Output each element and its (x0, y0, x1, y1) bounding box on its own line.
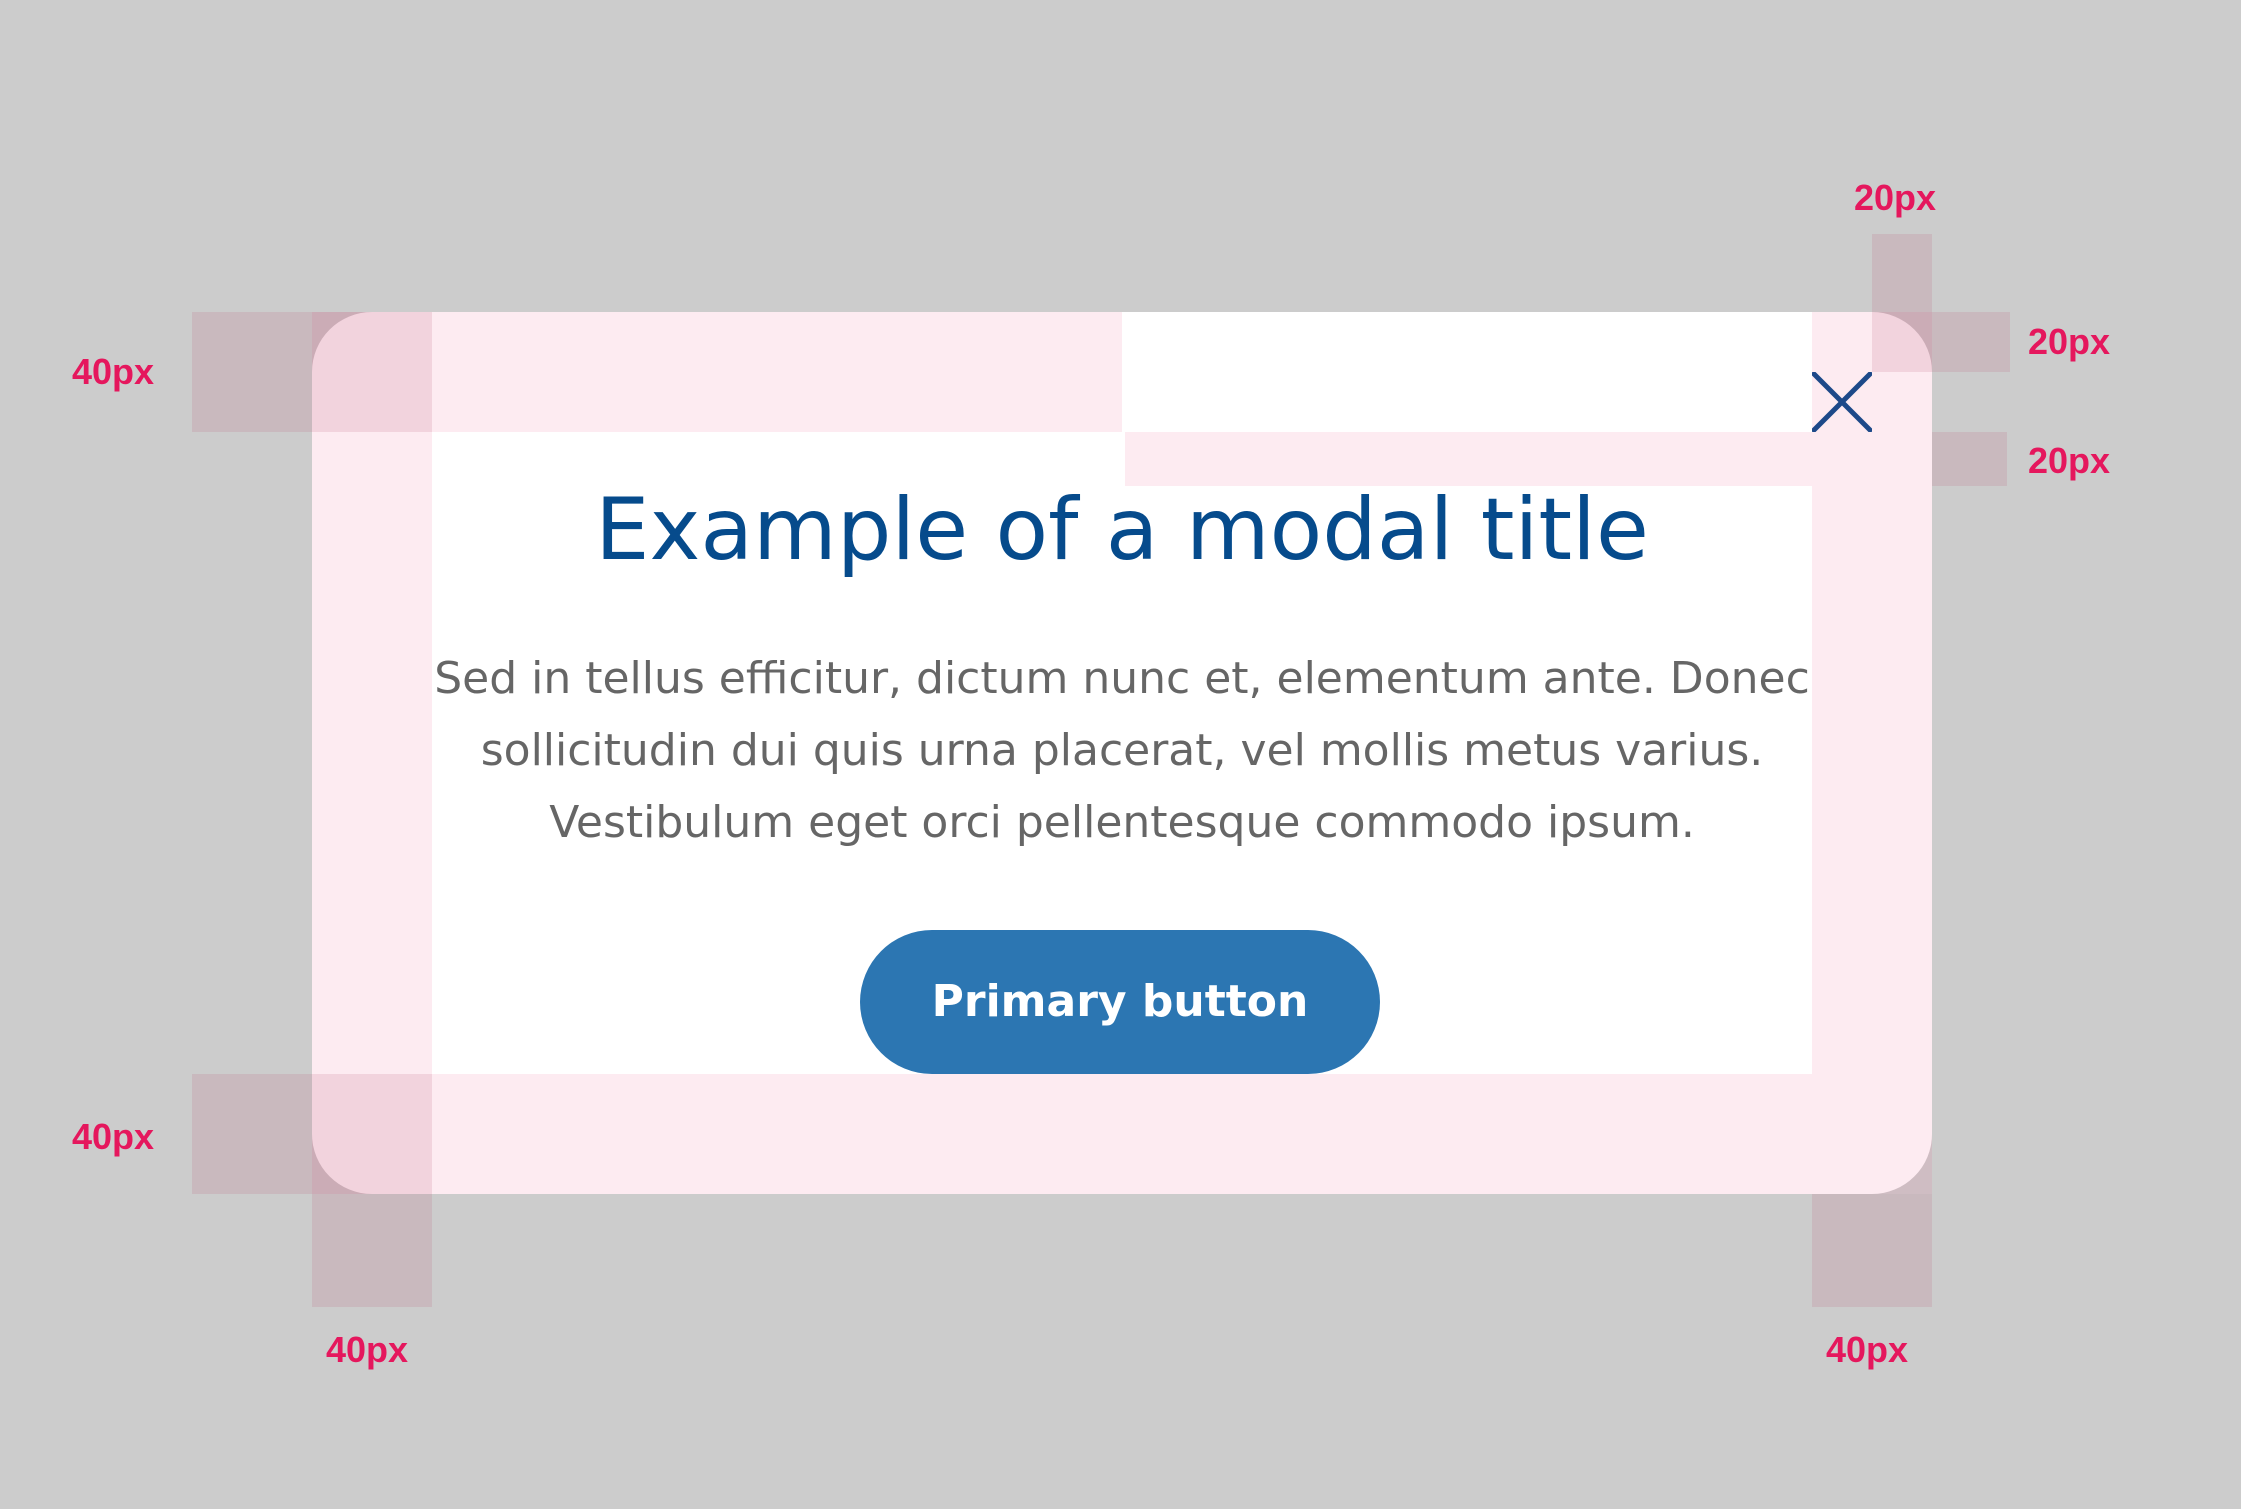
padding-overlay-left (312, 432, 432, 1074)
guide-close-gap (1932, 432, 2007, 486)
padding-overlay-right (1812, 312, 1932, 1074)
guide-close-horizontal (1932, 312, 2010, 372)
modal-body-line: Vestibulum eget orci pellentesque commod… (549, 797, 1695, 848)
redline-label-bottom-padding: 40px (72, 1116, 155, 1157)
guide-bottom-left (192, 1074, 432, 1194)
modal-body-line: sollicitudin dui quis urna placerat, vel… (480, 725, 1764, 776)
close-gap-overlay (1125, 432, 1812, 486)
modal-title: Example of a modal title (595, 480, 1649, 580)
guide-close-vertical (1872, 234, 1932, 372)
redline-label-close-right: 20px (2028, 321, 2111, 362)
guide-right-down (1812, 1194, 1932, 1307)
guide-left-down (312, 1194, 432, 1307)
redline-label-right-padding: 40px (1826, 1329, 1909, 1370)
modal-body-text: Sed in tellus efficitur, dictum nunc et,… (432, 643, 1812, 859)
redline-label-close-top: 20px (1854, 177, 1937, 218)
padding-overlay-top (312, 312, 1122, 432)
redline-label-left-padding: 40px (326, 1329, 409, 1370)
redline-label-top-padding: 40px (72, 351, 155, 392)
redline-label-close-gap: 20px (2028, 440, 2111, 481)
modal-body-line: Sed in tellus efficitur, dictum nunc et,… (434, 653, 1810, 704)
padding-overlay-bottom (312, 1074, 1932, 1194)
primary-button[interactable]: Primary button (860, 930, 1380, 1074)
guide-top-left (192, 312, 432, 432)
